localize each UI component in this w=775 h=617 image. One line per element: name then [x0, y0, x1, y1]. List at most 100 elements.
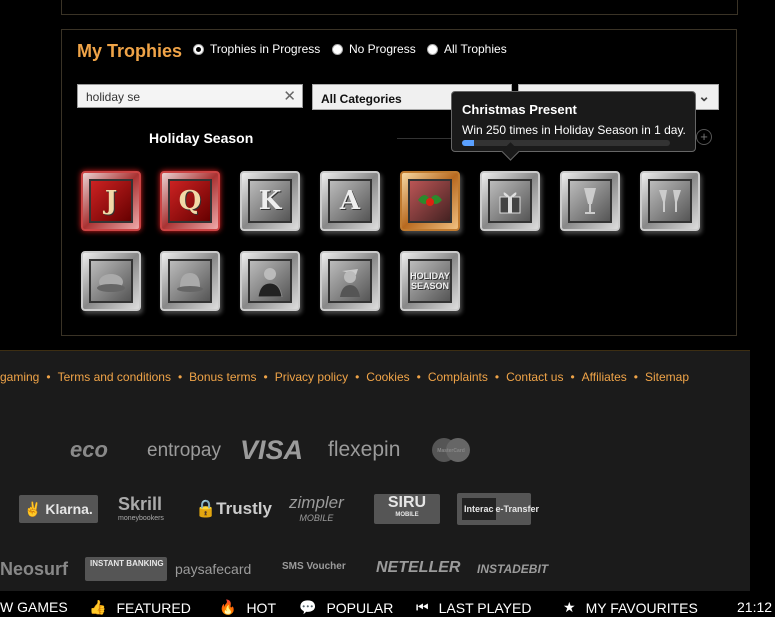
trophy-tile-cheers[interactable] [640, 171, 700, 231]
payment-flexepin: flexepin [328, 438, 401, 461]
woman-icon [328, 259, 372, 303]
payment-eco: eco [70, 437, 108, 462]
skrill-label: Skrill [118, 494, 163, 514]
footer: gaming • Terms and conditions • Bonus terms •… [0, 350, 750, 591]
payment-neosurf: Neosurf [0, 559, 69, 579]
letter-q-icon: Q [168, 179, 212, 223]
filter-in-progress[interactable]: Trophies in Progress [193, 42, 320, 56]
radio-icon[interactable] [427, 43, 438, 55]
tooltip-progress-fill [462, 140, 475, 146]
zimpler-label: zimpler [289, 493, 344, 512]
filter-no-progress[interactable]: No Progress [332, 42, 416, 56]
nav-new-games[interactable]: W GAMES [0, 599, 68, 615]
payment-skrill: Skrill moneybookers [118, 494, 164, 522]
nav-label: LAST PLAYED [438, 599, 532, 616]
rewind-icon: ⏮ [416, 599, 429, 615]
footer-links: gaming • Terms and conditions • Bonus terms •… [0, 370, 689, 384]
payment-interac: Interac e-Transfer [457, 493, 539, 525]
trophy-tile-turkey[interactable] [81, 251, 141, 311]
holly-icon [408, 179, 452, 223]
nav-my-favourites[interactable]: ★ MY FAVOURITES [563, 599, 698, 616]
nav-hot[interactable]: 🔥 HOT [219, 599, 276, 616]
trophy-tile-j[interactable]: J [81, 171, 141, 231]
star-icon: ★ [563, 599, 576, 615]
trustly-label: Trustly [216, 499, 272, 518]
payment-klarna: ✌ Klarna. [19, 495, 98, 523]
trophy-tile-holly[interactable] [400, 171, 460, 231]
nav-label: HOT [246, 599, 276, 616]
pudding-icon [168, 259, 212, 303]
nav-label: W GAMES [0, 599, 68, 615]
panel-title: My Trophies [77, 41, 183, 61]
trophy-tile-holiday-season[interactable]: HOLIDAY SEASON [400, 251, 460, 311]
thumbs-up-icon: 👍 [89, 599, 107, 615]
mastercard-icon: MasterCard [430, 437, 472, 463]
search-input[interactable]: holiday se ✕ [77, 84, 303, 108]
nav-featured[interactable]: 👍 FEATURED [89, 599, 191, 616]
link-separator: • [494, 370, 500, 384]
payment-paysafecard: paysafecard [175, 561, 252, 577]
nav-popular[interactable]: 💬 POPULAR [299, 599, 393, 616]
holiday-season-label: HOLIDAY SEASON [408, 259, 452, 303]
filter-label: Trophies in Progress [210, 42, 321, 56]
payment-siru: SIRU MOBILE [374, 494, 440, 524]
link-separator: • [46, 370, 51, 384]
search-value: holiday se [86, 90, 141, 104]
footer-link[interactable]: Contact us [506, 370, 563, 384]
trophy-tile-woman[interactable] [320, 251, 380, 311]
trophy-tooltip: Christmas Present Win 250 times in Holid… [451, 91, 696, 152]
footer-link[interactable]: Affiliates [582, 370, 627, 384]
man-icon [248, 259, 292, 303]
payment-instadebit: INSTADEBIT [477, 562, 549, 576]
trophy-tile-k[interactable]: K [240, 171, 300, 231]
previous-panel [61, 0, 738, 15]
footer-link[interactable]: Complaints [428, 370, 488, 384]
trophy-tile-q[interactable]: Q [160, 171, 220, 231]
link-separator: • [177, 370, 183, 384]
payment-zimpler: zimpler MOBILE [289, 493, 344, 523]
etransfer-label: e-Transfer [495, 504, 540, 514]
letter-k-icon: K [248, 179, 292, 223]
footer-link[interactable]: Cookies [366, 370, 409, 384]
footer-link[interactable]: Terms and conditions [58, 370, 171, 384]
trophy-tile-man[interactable] [240, 251, 300, 311]
nav-label: POPULAR [326, 599, 394, 616]
trophy-tile-champagne[interactable] [560, 171, 620, 231]
mastercard-label: MasterCard [437, 448, 465, 454]
gift-icon [488, 179, 532, 223]
siru-label: SIRU [387, 494, 427, 511]
nav-label: FEATURED [116, 599, 191, 616]
nav-last-played[interactable]: ⏮ LAST PLAYED [416, 599, 531, 616]
footer-link[interactable]: gaming [0, 370, 39, 384]
clear-icon[interactable]: ✕ [283, 87, 296, 105]
group-title: Holiday Season [149, 130, 254, 146]
expand-plus-icon[interactable]: + [696, 129, 712, 145]
trophy-tile-a[interactable]: A [320, 171, 380, 231]
radio-checked-icon[interactable] [193, 43, 204, 55]
letter-j-icon: J [89, 179, 133, 223]
filter-all[interactable]: All Trophies [427, 42, 507, 56]
payment-visa: VISA [240, 435, 304, 465]
tooltip-title: Christmas Present [462, 102, 577, 117]
tooltip-description: Win 250 times in Holiday Season in 1 day… [462, 123, 686, 137]
flame-icon: 🔥 [219, 599, 237, 615]
footer-link[interactable]: Sitemap [645, 370, 689, 384]
bottom-navbar: W GAMES 👍 FEATURED 🔥 HOT 💬 POPULAR ⏮ LAST PL… [0, 591, 775, 617]
siru-sub-label: MOBILE [395, 512, 419, 518]
radio-icon[interactable] [332, 43, 343, 55]
footer-link[interactable]: Bonus terms [189, 370, 256, 384]
nav-label: MY FAVOURITES [585, 599, 698, 616]
letter-a-icon: A [328, 179, 372, 223]
turkey-icon [89, 259, 133, 303]
payment-sms-voucher: SMS Voucher [282, 561, 346, 572]
klarna-label: Klarna. [45, 501, 93, 517]
chat-icon: 💬 [299, 599, 317, 615]
trophy-tile-present[interactable] [480, 171, 540, 231]
interac-label: Interac [462, 498, 496, 520]
payment-neteller: NETELLER [376, 559, 461, 576]
trophies-panel: My Trophies Trophies in Progress No Prog… [61, 29, 737, 336]
trophy-tile-pudding[interactable] [160, 251, 220, 311]
footer-link[interactable]: Privacy policy [275, 370, 348, 384]
tooltip-progress-bar [462, 140, 670, 146]
link-separator: • [633, 370, 638, 384]
